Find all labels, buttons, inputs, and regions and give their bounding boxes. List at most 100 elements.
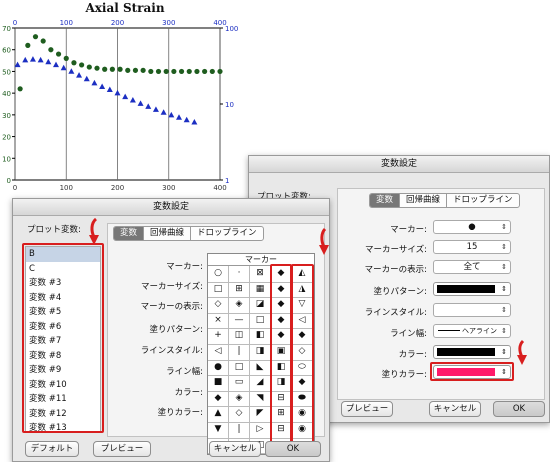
data-point-circle (217, 68, 223, 75)
preview-button[interactable]: プレビュー (341, 401, 393, 417)
marker-display-value: 全て (463, 262, 481, 272)
marker-option[interactable]: ▼ (208, 422, 229, 439)
chart-plot: 0102030405060701101000 100 200 300 4000 100 20… (2, 19, 238, 192)
marker-size-label: マーカーサイズ: (365, 245, 427, 255)
marker-option[interactable]: ○ (208, 266, 229, 283)
marker-size-value: 15 (466, 242, 478, 252)
marker-option[interactable]: ◫ (229, 328, 250, 345)
y-left-tick-label: 20 (2, 134, 11, 142)
marker-display-label: マーカーの表示: (364, 265, 427, 275)
marker-option[interactable]: ◪ (250, 297, 271, 314)
chart: Axial Strain 0 10 20 30 40 50 60 70 1 10 100 0 100 20… (0, 0, 250, 195)
tab-variable[interactable]: 変数 (114, 227, 145, 240)
marker-popup[interactable]: ● ⇕ (433, 220, 511, 234)
marker-option[interactable]: ● (208, 359, 229, 377)
marker-option[interactable]: ▷ (250, 422, 271, 439)
x-tick-label: 100 (60, 184, 73, 192)
line-width-label: ライン幅: (166, 367, 203, 377)
marker-option[interactable]: ◇ (208, 297, 229, 314)
marker-option[interactable]: ◣ (250, 359, 271, 377)
fill-color-label: 塗りカラー: (157, 408, 203, 418)
marker-option[interactable]: □ (250, 312, 271, 330)
pattern-swatch (437, 285, 495, 293)
popup-arrow-icon: ⇕ (501, 285, 507, 293)
line-width-label: ライン幅: (390, 329, 427, 339)
marker-option[interactable]: ◨ (250, 344, 271, 361)
tab-regression[interactable]: 回帰曲線 (400, 194, 448, 207)
fill-pattern-popup[interactable]: ⇕ (433, 282, 511, 296)
fill-pattern-label: 塗りパターン: (149, 325, 203, 335)
marker-option[interactable]: ◧ (250, 328, 271, 345)
marker-option[interactable]: — (229, 312, 250, 330)
line-width-popup[interactable]: ヘアライン ⇕ (433, 324, 511, 338)
ok-button[interactable]: OK (493, 401, 545, 417)
data-point-circle (40, 38, 46, 44)
data-point-circle (79, 62, 85, 68)
marker-option[interactable]: ◁ (208, 344, 229, 361)
tab-variable[interactable]: 変数 (370, 194, 401, 207)
x-tick-label: 300 (162, 184, 175, 192)
data-point-circle (86, 64, 92, 70)
marker-option[interactable]: × (208, 312, 229, 330)
marker-option[interactable]: ◈ (229, 297, 250, 314)
ok-button[interactable]: OK (265, 441, 321, 457)
x-top-tick-label: 0 (13, 19, 17, 27)
x-top-tick-label: 300 (162, 19, 175, 27)
x-tick-label: 0 (13, 184, 17, 192)
line-width-value: ヘアライン (462, 327, 497, 335)
preview-button[interactable]: プレビュー (93, 441, 151, 457)
marker-option[interactable]: + (208, 328, 229, 345)
x-tick-label: 200 (111, 184, 124, 192)
marker-option[interactable]: ◤ (250, 406, 271, 423)
red-arrow-icon (517, 339, 527, 365)
marker-option[interactable]: ⊠ (250, 266, 271, 283)
data-point-circle (55, 51, 62, 57)
cancel-button[interactable]: キャンセル (209, 441, 261, 457)
y-left-tick-label: 40 (2, 90, 11, 98)
tab-dropline[interactable]: ドロップライン (447, 194, 519, 207)
marker-option[interactable]: · (229, 266, 250, 283)
color-popup[interactable]: ⇕ (433, 345, 511, 359)
front-variable-settings-dialog: 変数設定 プロット変数: B C 変数 #3 変数 #4 変数 #5 変数 #6 変数 #7… (12, 198, 330, 462)
marker-option[interactable]: ◥ (250, 390, 271, 408)
data-point-circle (132, 67, 139, 73)
marker-display-popup[interactable]: 全て ⇕ (433, 260, 511, 274)
x-tick-label: 400 (213, 184, 226, 192)
marker-option[interactable]: ▲ (208, 406, 229, 423)
marker-option[interactable]: ◈ (229, 390, 250, 408)
tab-regression[interactable]: 回帰曲線 (144, 227, 192, 240)
y-left-tick-label: 70 (2, 25, 11, 33)
color-label: カラー: (398, 350, 427, 360)
marker-option[interactable]: ◢ (250, 375, 271, 392)
default-button[interactable]: デフォルト (25, 441, 79, 457)
marker-option[interactable]: ▭ (229, 375, 250, 392)
marker-option[interactable]: ▦ (250, 281, 271, 299)
cancel-button[interactable]: キャンセル (429, 401, 481, 417)
marker-option[interactable]: □ (208, 281, 229, 299)
marker-size-label: マーカーサイズ: (141, 282, 203, 292)
tab-dropline[interactable]: ドロップライン (191, 227, 263, 240)
marker-option[interactable]: ◇ (229, 406, 250, 423)
line-style-popup[interactable]: ⇕ (433, 303, 511, 317)
marker-option[interactable]: | (229, 344, 250, 361)
popup-arrow-icon: ⇕ (501, 306, 507, 314)
line-sample (438, 330, 460, 331)
dialog-title: 変数設定 (249, 156, 549, 173)
marker-option[interactable]: ■ (208, 375, 229, 392)
data-point-circle (155, 68, 162, 75)
x-top-tick-label: 100 (60, 19, 73, 27)
data-point-circle (17, 86, 23, 92)
marker-option[interactable]: ◆ (208, 390, 229, 408)
marker-option[interactable]: | (229, 422, 250, 439)
popup-arrow-icon: ⇕ (501, 263, 507, 271)
data-point-circle (94, 65, 100, 71)
marker-size-popup[interactable]: 15 ⇕ (433, 240, 511, 254)
data-point-circle (148, 68, 154, 75)
line-style-label: ラインスタイル: (140, 346, 203, 356)
dialog-title: 変数設定 (13, 199, 329, 216)
data-point-circle (209, 68, 215, 75)
marker-option[interactable]: □ (229, 359, 250, 377)
y-right-tick-label: 10 (225, 101, 234, 109)
marker-option[interactable]: ⊞ (229, 281, 250, 299)
x-top-tick-label: 400 (213, 19, 226, 27)
